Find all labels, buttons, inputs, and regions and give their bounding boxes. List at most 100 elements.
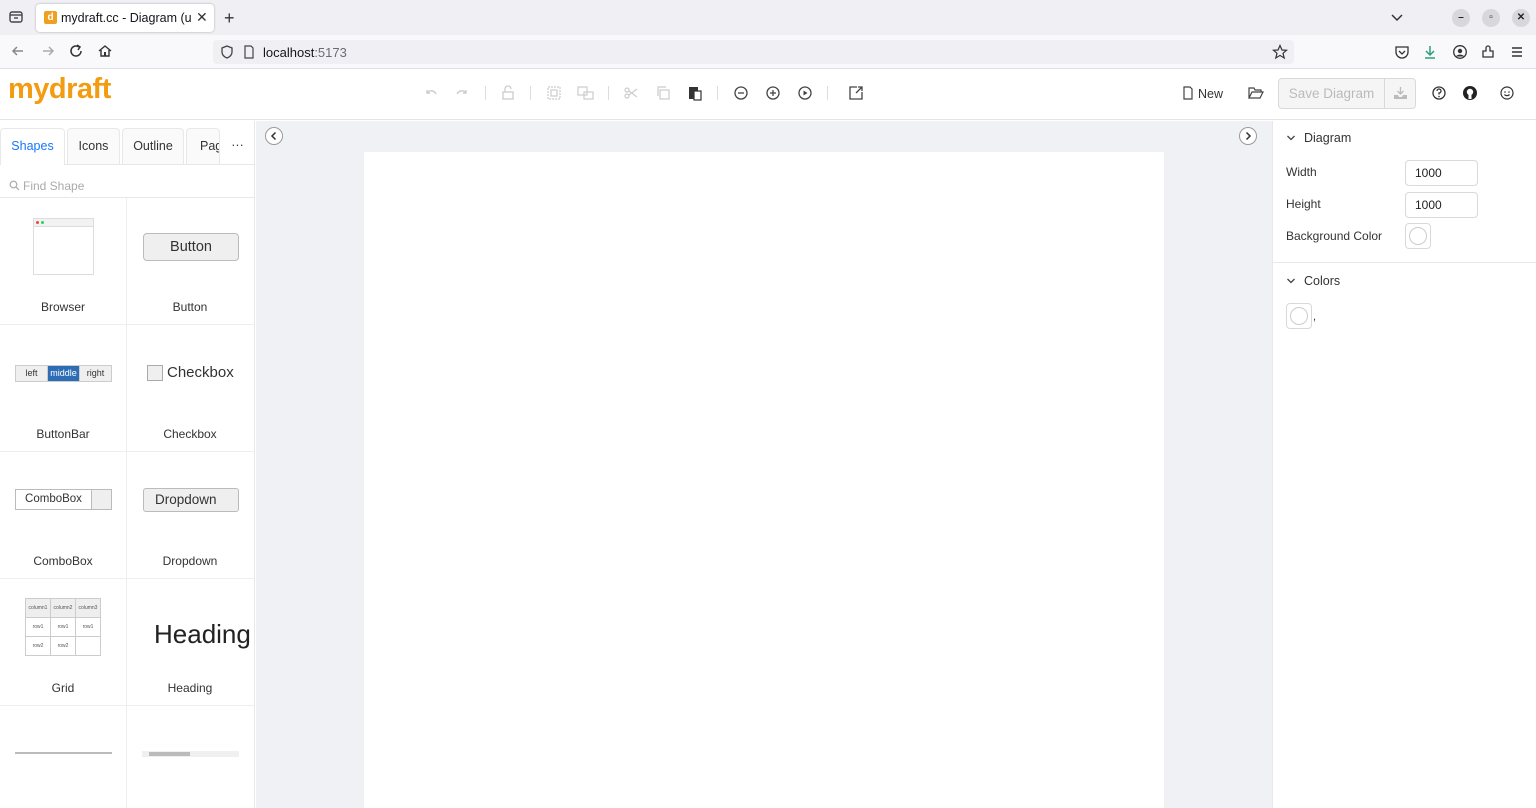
more-tabs-button[interactable]: ··· — [222, 128, 253, 164]
undo-icon[interactable] — [422, 84, 440, 102]
share-icon[interactable] — [847, 84, 865, 102]
shape-combobox[interactable]: ComboBox ComboBox — [0, 452, 127, 579]
shape-label: Button — [172, 300, 208, 314]
collapse-left-panel-icon[interactable] — [265, 127, 283, 145]
panel-tabs: Shapes Icons Outline Pag ··· — [0, 121, 255, 165]
toolbar-divider — [530, 86, 531, 100]
copy-icon[interactable] — [654, 84, 672, 102]
grid-preview: column1 column2 column3 row1 row1 row1 r… — [25, 598, 101, 656]
lock-icon[interactable] — [499, 84, 517, 102]
ungroup-icon[interactable] — [576, 84, 594, 102]
width-input[interactable]: 1000 — [1405, 160, 1478, 186]
new-tab-icon[interactable]: + — [224, 8, 235, 29]
paste-icon[interactable] — [686, 84, 704, 102]
tab-pages[interactable]: Pag — [186, 128, 220, 164]
heading-preview: Heading — [154, 619, 251, 649]
checkbox-preview-box — [147, 365, 163, 381]
app-toolbar: mydraft New Save Diagram — [0, 69, 1536, 120]
folder-open-icon[interactable] — [1247, 84, 1265, 102]
shape-label: ButtonBar — [36, 427, 90, 441]
back-icon[interactable] — [10, 43, 26, 59]
tab-list-icon[interactable] — [8, 9, 24, 25]
tab-outline[interactable]: Outline — [122, 128, 184, 164]
feedback-smiley-icon[interactable] — [1498, 84, 1516, 102]
shape-label: Heading — [167, 681, 213, 695]
shape-label: Dropdown — [162, 554, 218, 568]
diagram-paper[interactable] — [364, 152, 1164, 808]
shape-horizontal-line[interactable] — [0, 706, 127, 808]
shape-horizontal-scrollbar[interactable] — [127, 706, 255, 808]
properties-panel: Diagram Width 1000 Height 1000 Backgroun… — [1272, 121, 1536, 808]
colors-header-label: Colors — [1304, 274, 1341, 288]
shapes-grid: Browser Button Button left middle right … — [0, 198, 255, 808]
group-icon[interactable] — [545, 84, 563, 102]
buttonbar-preview: left middle right — [15, 365, 112, 382]
minimize-icon[interactable]: – — [1452, 9, 1470, 27]
browser-preview — [33, 218, 94, 275]
redo-icon[interactable] — [453, 84, 471, 102]
shape-button[interactable]: Button Button — [127, 198, 255, 325]
background-color-picker[interactable] — [1405, 223, 1431, 249]
canvas-area[interactable] — [256, 121, 1272, 808]
close-window-icon[interactable]: ✕ — [1512, 9, 1530, 27]
reload-icon[interactable] — [68, 43, 84, 59]
chevron-down-icon — [1286, 276, 1296, 286]
shape-label: Browser — [40, 300, 85, 314]
app-logo: mydraft — [8, 73, 111, 105]
chevron-down-icon[interactable] — [1390, 10, 1404, 24]
url-text: localhost:5173 — [263, 45, 347, 60]
url-bar[interactable]: localhost:5173 — [213, 40, 1294, 64]
shape-checkbox[interactable]: Checkbox Checkbox — [127, 325, 255, 452]
new-button[interactable]: New — [1182, 86, 1223, 101]
colors-section-header[interactable]: Colors — [1286, 274, 1340, 288]
save-dropdown-button[interactable] — [1384, 78, 1416, 109]
cut-icon[interactable] — [622, 84, 640, 102]
browser-tab[interactable]: d mydraft.cc - Diagram (un ✕ — [36, 4, 214, 32]
save-diagram-button[interactable]: Save Diagram — [1278, 78, 1385, 109]
extensions-icon[interactable] — [1480, 44, 1496, 60]
close-tab-icon[interactable]: ✕ — [196, 9, 208, 26]
maximize-icon[interactable]: ▫ — [1482, 9, 1500, 27]
forward-icon[interactable] — [40, 43, 56, 59]
chevron-down-icon — [1286, 133, 1296, 143]
pocket-icon[interactable] — [1394, 44, 1410, 60]
zoom-out-icon[interactable] — [732, 84, 750, 102]
account-icon[interactable] — [1452, 44, 1468, 60]
downloads-icon[interactable] — [1422, 44, 1438, 60]
github-icon[interactable] — [1461, 84, 1479, 102]
bookmark-star-icon[interactable] — [1272, 44, 1288, 60]
shape-label: ComboBox — [33, 554, 93, 568]
height-input[interactable]: 1000 — [1405, 192, 1478, 218]
width-label: Width — [1286, 165, 1317, 179]
menu-icon[interactable] — [1509, 44, 1525, 60]
page-icon — [243, 45, 255, 59]
zoom-in-icon[interactable] — [764, 84, 782, 102]
play-icon[interactable] — [796, 84, 814, 102]
line-preview — [15, 752, 112, 754]
shape-dropdown[interactable]: Dropdown Dropdown — [127, 452, 255, 579]
shape-heading[interactable]: Heading Heading — [127, 579, 255, 706]
dropdown-preview: Dropdown — [143, 488, 239, 512]
shapes-panel: Shapes Icons Outline Pag ··· Find Shape … — [0, 121, 255, 808]
tab-shapes[interactable]: Shapes — [0, 128, 65, 165]
diagram-section-header[interactable]: Diagram — [1286, 131, 1351, 145]
checkbox-preview-text: Checkbox — [167, 364, 234, 381]
toolbar-divider — [608, 86, 609, 100]
find-shape-field[interactable]: Find Shape — [0, 173, 255, 198]
shape-grid[interactable]: column1 column2 column3 row1 row1 row1 r… — [0, 579, 127, 706]
shape-label: Grid — [51, 681, 75, 695]
shape-buttonbar[interactable]: left middle right ButtonBar — [0, 325, 127, 452]
toolbar-divider — [717, 86, 718, 100]
shape-browser[interactable]: Browser — [0, 198, 127, 325]
shield-icon[interactable] — [220, 45, 234, 59]
find-shape-placeholder: Find Shape — [23, 179, 85, 193]
collapse-right-panel-icon[interactable] — [1239, 127, 1257, 145]
background-color-label: Background Color — [1286, 229, 1383, 243]
color-swatch[interactable] — [1286, 303, 1312, 329]
file-icon — [1182, 86, 1194, 100]
home-icon[interactable] — [97, 43, 113, 59]
favicon-icon: d — [44, 11, 57, 24]
help-icon[interactable] — [1430, 84, 1448, 102]
tab-icons[interactable]: Icons — [67, 128, 120, 164]
tab-title: mydraft.cc - Diagram (un — [61, 11, 191, 25]
